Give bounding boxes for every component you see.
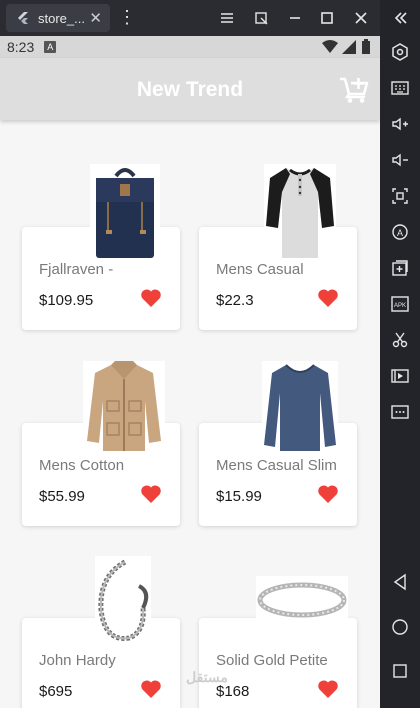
scissors-icon[interactable] bbox=[390, 330, 410, 350]
product-price: $15.99 bbox=[216, 488, 262, 505]
product-name: Mens Casual Slim bbox=[216, 457, 337, 474]
apk-install-icon[interactable]: APK bbox=[390, 294, 410, 314]
favorite-heart-icon[interactable] bbox=[317, 484, 339, 504]
maximize-icon[interactable] bbox=[318, 9, 336, 27]
rotate-icon[interactable]: A bbox=[390, 222, 410, 242]
close-icon[interactable] bbox=[352, 9, 370, 27]
emulator-title-bar: store_... ✕ ⋮ bbox=[0, 0, 380, 36]
screenshot-frame-icon[interactable] bbox=[390, 186, 410, 206]
status-bar: 8:23 A bbox=[0, 36, 380, 58]
notification-badge: A bbox=[44, 41, 57, 53]
svg-text:APK: APK bbox=[394, 303, 406, 309]
app-bar: New Trend bbox=[0, 58, 380, 120]
emulator-tab[interactable]: store_... ✕ bbox=[6, 4, 110, 32]
add-screen-icon[interactable] bbox=[390, 258, 410, 278]
favorite-heart-icon[interactable] bbox=[140, 288, 162, 308]
favorite-heart-icon[interactable] bbox=[317, 679, 339, 699]
more-vert-icon[interactable]: ⋮ bbox=[118, 8, 136, 26]
phone-screen: 8:23 A New Trend Fjallraven - $109.95 Me… bbox=[0, 36, 380, 708]
battery-icon bbox=[362, 39, 370, 54]
minimize-icon[interactable] bbox=[286, 9, 304, 27]
jacket-image bbox=[83, 361, 165, 453]
product-name: Solid Gold Petite bbox=[216, 652, 328, 669]
bracelet-image bbox=[95, 556, 151, 648]
recents-nav-icon[interactable] bbox=[390, 661, 410, 681]
video-record-icon[interactable] bbox=[390, 366, 410, 386]
flutter-icon bbox=[18, 12, 28, 24]
menu-icon[interactable] bbox=[218, 9, 236, 27]
ring-image bbox=[256, 576, 348, 620]
signal-icon bbox=[342, 40, 356, 54]
pin-window-icon[interactable] bbox=[252, 9, 270, 27]
favorite-heart-icon[interactable] bbox=[140, 484, 162, 504]
tab-title: store_... bbox=[38, 10, 85, 26]
product-name: John Hardy bbox=[39, 652, 116, 669]
tab-close-icon[interactable]: ✕ bbox=[89, 9, 102, 27]
status-time: 8:23 bbox=[7, 39, 35, 55]
product-name: Fjallraven - bbox=[39, 261, 114, 278]
product-price: $695 bbox=[39, 683, 73, 700]
keyboard-icon[interactable] bbox=[390, 78, 410, 98]
favorite-heart-icon[interactable] bbox=[140, 679, 162, 699]
wifi-icon bbox=[322, 40, 338, 53]
page-title: New Trend bbox=[136, 78, 244, 101]
volume-down-icon[interactable] bbox=[390, 150, 410, 170]
product-price: $109.95 bbox=[39, 292, 94, 309]
product-name: Mens Casual bbox=[216, 261, 304, 278]
product-card[interactable]: Solid Gold Petite $168 bbox=[199, 618, 357, 708]
raglan-shirt-image bbox=[264, 164, 336, 260]
product-price: $55.99 bbox=[39, 488, 85, 505]
home-nav-icon[interactable] bbox=[390, 617, 410, 637]
collapse-icon[interactable] bbox=[390, 8, 410, 28]
back-nav-icon[interactable] bbox=[390, 572, 410, 592]
settings-hex-icon[interactable] bbox=[390, 42, 410, 62]
volume-up-icon[interactable] bbox=[390, 114, 410, 134]
svg-text:A: A bbox=[397, 228, 403, 238]
watermark: مستقل bbox=[186, 669, 228, 685]
favorite-heart-icon[interactable] bbox=[317, 288, 339, 308]
long-sleeve-shirt-image bbox=[262, 361, 338, 453]
more-options-icon[interactable] bbox=[390, 402, 410, 422]
add-to-cart-icon[interactable] bbox=[339, 76, 369, 104]
backpack-image bbox=[90, 164, 160, 260]
product-price: $22.3 bbox=[216, 292, 254, 309]
product-name: Mens Cotton bbox=[39, 457, 125, 474]
emulator-side-toolbar: A APK bbox=[380, 0, 420, 708]
